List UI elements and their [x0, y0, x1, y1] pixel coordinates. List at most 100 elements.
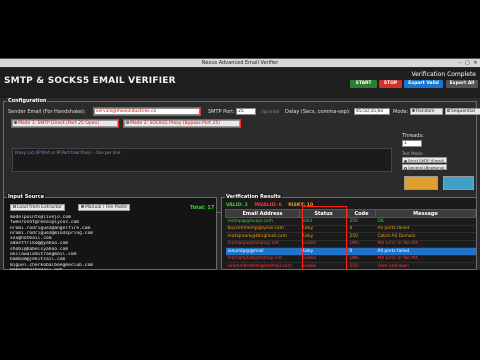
cell-message: OK: [375, 217, 476, 226]
results-header-row: Email Address Status Code Message: [225, 209, 476, 218]
close-icon[interactable]: ✕: [472, 60, 479, 66]
general-browsing-radio[interactable]: General (Browsing): [402, 164, 447, 170]
sequential-label: Sequential: [451, 109, 475, 114]
verification-status: Verification Complete: [411, 71, 476, 78]
cell-email: lueumlp@@mail: [225, 247, 300, 256]
verification-results-label: Verification Results: [225, 194, 282, 200]
sender-email-label: Sender Email (For Handshake):: [8, 109, 86, 115]
delay-label: Delay (Secs, comma-sep):: [285, 109, 351, 115]
input-source-label: Input Source: [7, 194, 46, 200]
app-window: Nexus Advanced Email Verifier – ▢ ✕ SMTP…: [0, 58, 480, 284]
test-mode-label: Test Mode:: [402, 151, 424, 156]
invalid-count: INVALID: 6: [254, 203, 282, 208]
cell-email: boycemhemp@lycos.com: [225, 225, 300, 233]
cell-status: Risky: [299, 232, 348, 241]
radio-selected-icon: [412, 109, 415, 112]
cell-email: matejmark@tbrighnet.com: [225, 232, 300, 241]
cell-code: 550: [347, 262, 376, 271]
proxy-list-input[interactable]: Proxy List (IP:Port or IP:Port:User:Pass…: [12, 148, 392, 172]
random-radio[interactable]: Random: [410, 108, 443, 115]
stop-button[interactable]: STOP: [379, 80, 402, 88]
threads-field[interactable]: 1: [402, 140, 422, 147]
table-row[interactable]: matejmark@tbrighnet.com Risky 250 Catch-All…: [225, 232, 476, 241]
table-row[interactable]: cinimmbrother@hotmail.com Invalid 550 User …: [225, 262, 476, 271]
col-code[interactable]: Code: [347, 209, 376, 218]
delay-field[interactable]: 45,50,55,60: [354, 108, 390, 115]
general-browsing-label: General (Browsing): [408, 165, 445, 170]
cell-code: 0: [347, 225, 376, 233]
cell-status: Invalid: [299, 262, 348, 271]
verification-results-section: Verification Results VALID: 2 INVALID: 6…: [221, 194, 477, 273]
cell-status: Valid: [299, 217, 348, 226]
window-title: Nexus Advanced Email Verifier: [201, 60, 279, 66]
mode1-smtp-direct-radio[interactable]: Mode 1: SMTP Direct (Port 25 Open): [11, 119, 119, 128]
configuration-label: Configuration: [7, 98, 48, 104]
total-count: Total: 17: [190, 205, 215, 211]
load-from-extractor-label: Load from Extractor: [17, 205, 62, 210]
mode2-socks5-radio[interactable]: Mode 2: SOCKS5 Proxy (Bypass Port 25): [123, 119, 241, 128]
cell-message: All ports failed: [375, 247, 476, 256]
radio-selected-icon: [14, 121, 17, 124]
cell-status: Invalid: [299, 255, 348, 263]
strict-smtp-label: Strict SMTP (Email): [408, 158, 445, 163]
table-row[interactable]: lueumlp@@mail Risky 0 All ports failed: [225, 247, 476, 256]
cell-status: Risky: [299, 247, 348, 256]
cell-email: mamaltyteb@tashop.net: [225, 255, 300, 263]
maximize-icon[interactable]: ▢: [464, 60, 471, 66]
sequential-radio[interactable]: Sequential: [445, 108, 480, 115]
cell-code: DNS: [347, 255, 376, 263]
valid-count: VALID: 2: [226, 203, 248, 208]
app-title: SMTP & SOCKS5 EMAIL VERIFIER: [4, 76, 176, 86]
sender-email-field[interactable]: service@mikeindustries.co: [93, 107, 201, 116]
strict-smtp-radio[interactable]: Strict SMTP (Email): [402, 157, 447, 163]
col-status[interactable]: Status: [299, 209, 348, 218]
start-button[interactable]: START: [350, 80, 377, 88]
radio-unselected-icon: [447, 109, 450, 112]
bottom-black-bar: [0, 270, 480, 360]
cell-email: mamalpa@taxiplop.net: [225, 240, 300, 248]
minimize-icon[interactable]: –: [456, 60, 463, 66]
col-message[interactable]: Message: [375, 209, 476, 218]
threads-label: Threads:: [402, 133, 424, 139]
window-titlebar: Nexus Advanced Email Verifier – ▢ ✕: [0, 59, 480, 67]
radio-unselected-icon: [404, 166, 407, 170]
random-label: Random: [416, 109, 435, 114]
cell-code: 0: [347, 247, 376, 256]
cell-message: MX Error or No MX: [375, 240, 476, 248]
load-proxies-button[interactable]: [443, 176, 474, 190]
radio-selected-icon: [404, 159, 407, 163]
manual-file-paste-button[interactable]: Manual / File Paste: [78, 204, 130, 211]
risky-count: RISKY: 10: [288, 203, 314, 208]
cell-message: User unknown: [375, 262, 476, 271]
table-row[interactable]: redmp@@livejo.com Valid 250 OK: [225, 217, 476, 226]
table-row[interactable]: mamaltyteb@tashop.net Invalid DNS MX Error …: [225, 255, 476, 263]
table-row[interactable]: boycemhemp@lycos.com Risky 0 All ports fail…: [225, 225, 476, 233]
cell-status: Invalid: [299, 240, 348, 248]
test-proxies-button[interactable]: [404, 176, 438, 190]
results-table: Email Address Status Code Message redmp@…: [225, 209, 476, 271]
radio-unselected-icon: [126, 121, 129, 124]
cell-email: redmp@@livejo.com: [225, 217, 300, 226]
radio-unselected-icon: [13, 205, 16, 208]
cell-message: MX Error or No MX: [375, 255, 476, 263]
ignored-label: (Ignored): [261, 109, 280, 114]
export-valid-button[interactable]: Export Valid: [404, 80, 443, 88]
top-black-bar: [0, 0, 480, 58]
cell-code: 250: [347, 232, 376, 241]
mode-label: Mode:: [393, 109, 409, 115]
export-all-button[interactable]: Export All: [446, 80, 478, 88]
smtp-port-field[interactable]: 25: [236, 108, 256, 115]
result-counts: VALID: 2 INVALID: 6 RISKY: 10: [226, 203, 318, 208]
cell-status: Risky: [299, 225, 348, 233]
cell-message: All ports failed: [375, 225, 476, 233]
table-row[interactable]: mamalpa@taxiplop.net Invalid DNS MX Error o…: [225, 240, 476, 248]
cell-code: DNS: [347, 240, 376, 248]
cell-message: Catch-All Domain: [375, 232, 476, 241]
col-email-address[interactable]: Email Address: [225, 209, 300, 218]
mode1-label: Mode 1: SMTP Direct (Port 25 Open): [18, 121, 100, 126]
load-from-extractor-button[interactable]: Load from Extractor: [10, 204, 65, 211]
input-source-section: Input Source Load from Extractor Manual …: [3, 194, 217, 284]
smtp-port-label: SMTP Port:: [208, 109, 235, 115]
mode2-label: Mode 2: SOCKS5 Proxy (Bypass Port 25): [130, 121, 220, 126]
radio-selected-icon: [81, 205, 84, 208]
